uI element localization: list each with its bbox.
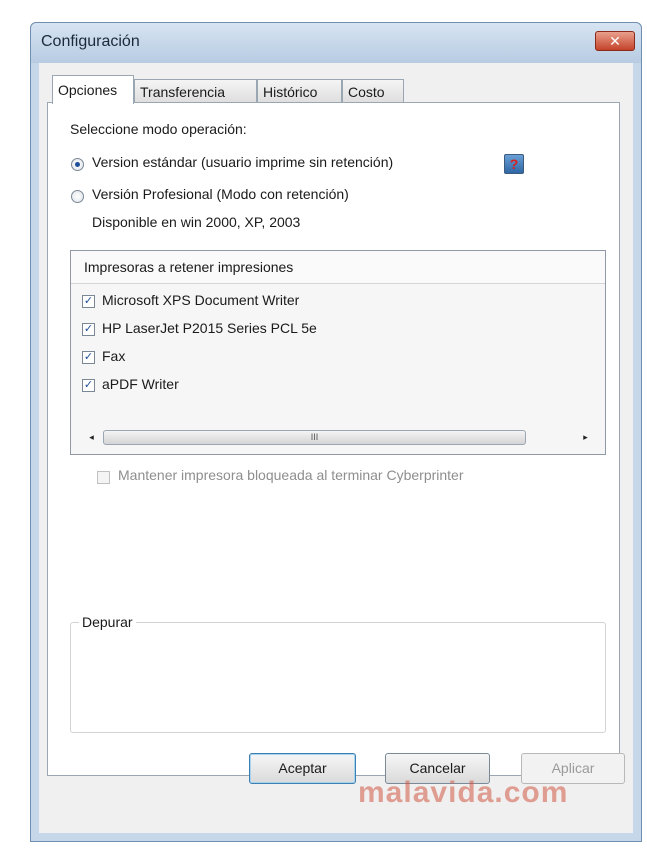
options-panel: Seleccione modo operación: ? Version est… bbox=[47, 102, 620, 776]
help-icon[interactable]: ? bbox=[504, 154, 524, 174]
dialog-client-area: Opciones Transferencia Histórico Costo S… bbox=[39, 63, 633, 833]
radio-professional-label[interactable]: Versión Profesional (Modo con retención) bbox=[92, 186, 349, 202]
check-icon: ✓ bbox=[83, 351, 94, 363]
keep-locked-checkbox[interactable] bbox=[97, 471, 110, 484]
printer-name[interactable]: aPDF Writer bbox=[102, 376, 179, 392]
radio-standard[interactable] bbox=[71, 158, 84, 171]
printer-name[interactable]: Microsoft XPS Document Writer bbox=[102, 292, 299, 308]
accept-button[interactable]: Aceptar bbox=[249, 753, 356, 784]
tab-opciones[interactable]: Opciones bbox=[52, 75, 134, 104]
title-bar[interactable]: Configuración ✕ bbox=[31, 23, 641, 63]
watermark-logo: malavida.com bbox=[358, 776, 569, 809]
printer-checkbox[interactable]: ✓ bbox=[82, 323, 95, 336]
printer-checkbox[interactable]: ✓ bbox=[82, 351, 95, 364]
tab-costo[interactable]: Costo bbox=[342, 79, 404, 103]
tab-transferencia[interactable]: Transferencia bbox=[134, 79, 257, 103]
printer-name[interactable]: Fax bbox=[102, 348, 125, 364]
horizontal-scrollbar[interactable]: ◂ III ▸ bbox=[83, 429, 593, 446]
printer-checkbox[interactable]: ✓ bbox=[82, 379, 95, 392]
close-button[interactable]: ✕ bbox=[595, 31, 635, 51]
configuration-window: Configuración ✕ Opciones Transferencia H… bbox=[30, 22, 642, 842]
scroll-thumb[interactable]: III bbox=[103, 430, 526, 445]
mode-label: Seleccione modo operación: bbox=[70, 121, 247, 137]
radio-standard-label[interactable]: Version estándar (usuario imprime sin re… bbox=[92, 154, 393, 170]
check-icon: ✓ bbox=[83, 323, 94, 335]
window-title: Configuración bbox=[41, 33, 140, 50]
check-icon: ✓ bbox=[83, 379, 94, 391]
printer-name[interactable]: HP LaserJet P2015 Series PCL 5e bbox=[102, 320, 317, 336]
close-icon: ✕ bbox=[609, 33, 621, 49]
scroll-left-icon[interactable]: ◂ bbox=[83, 429, 100, 446]
printer-list-header-label: Impresoras a retener impresiones bbox=[84, 259, 294, 275]
radio-professional[interactable] bbox=[71, 190, 84, 203]
printer-list-header: Impresoras a retener impresiones bbox=[71, 251, 605, 284]
check-icon: ✓ bbox=[83, 295, 94, 307]
printer-list: Impresoras a retener impresiones ✓ Micro… bbox=[70, 250, 606, 455]
availability-note: Disponible en win 2000, XP, 2003 bbox=[92, 214, 301, 230]
keep-locked-label: Mantener impresora bloqueada al terminar… bbox=[118, 467, 464, 483]
scroll-right-icon[interactable]: ▸ bbox=[577, 429, 594, 446]
tab-historico[interactable]: Histórico bbox=[257, 79, 342, 103]
printer-checkbox[interactable]: ✓ bbox=[82, 295, 95, 308]
debug-group-label: Depurar bbox=[79, 614, 136, 630]
help-glyph: ? bbox=[509, 156, 519, 172]
debug-group: Depurar bbox=[70, 614, 606, 733]
